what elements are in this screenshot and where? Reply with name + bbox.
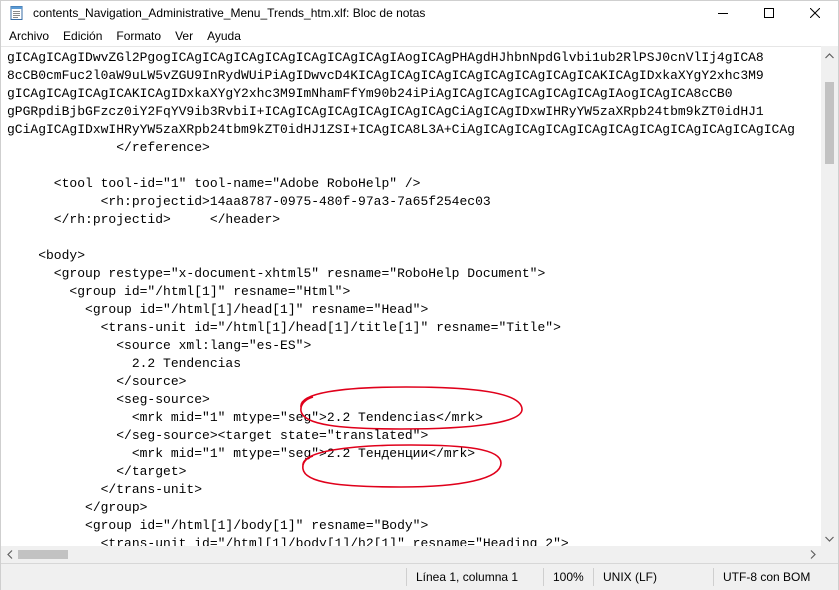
text-line: <group id="/html[1]/body[1]" resname="Bo… (7, 518, 429, 533)
status-bar: Línea 1, columna 1 100% UNIX (LF) UTF-8 … (1, 563, 838, 590)
menu-edicion[interactable]: Edición (56, 26, 109, 46)
horizontal-scrollbar[interactable] (1, 546, 821, 563)
vertical-scroll-thumb[interactable] (825, 82, 834, 164)
menu-formato[interactable]: Formato (109, 26, 168, 46)
text-line: <source xml:lang="es-ES"> (7, 338, 312, 353)
maximize-icon (764, 8, 774, 18)
menu-bar: Archivo Edición Formato Ver Ayuda (1, 26, 838, 46)
text-line: </group> (7, 500, 148, 515)
text-line: <mrk mid="1" mtype="seg">2.2 Tendencias<… (7, 410, 483, 425)
chevron-right-icon (810, 546, 816, 564)
close-icon (810, 8, 820, 18)
text-line: <group id="/html[1]/head[1]" resname="He… (7, 302, 429, 317)
zoom-level: 100% (553, 570, 584, 584)
line-ending: UNIX (LF) (603, 570, 657, 584)
chevron-down-icon (825, 529, 834, 547)
title-bar[interactable]: contents_Navigation_Administrative_Menu_… (1, 1, 838, 25)
window-title: contents_Navigation_Administrative_Menu_… (33, 6, 426, 20)
chevron-left-icon (6, 546, 13, 564)
minimize-button[interactable] (700, 1, 746, 25)
menu-ver[interactable]: Ver (168, 26, 200, 46)
scroll-down-button[interactable] (821, 529, 838, 546)
horizontal-scroll-thumb[interactable] (18, 550, 68, 559)
text-line: <rh:projectid>14aa8787-0975-480f-97a3-7a… (7, 194, 491, 209)
text-line: gPGRpdiBjbGFzcz0iY2FqYV9ib3RvbiI+ICAgICA… (7, 104, 764, 119)
text-line: <trans-unit id="/html[1]/head[1]/title[1… (7, 320, 561, 335)
text-line: <body> (7, 248, 86, 263)
minimize-icon (718, 8, 728, 18)
text-line: </reference> (7, 140, 210, 155)
cursor-position: Línea 1, columna 1 (416, 570, 519, 584)
maximize-button[interactable] (746, 1, 792, 25)
text-line: gICAgICAgICAgICAKICAgIDxkaXYgY2xhc3M9ImN… (7, 86, 733, 101)
scroll-right-button[interactable] (804, 546, 821, 563)
menu-ayuda[interactable]: Ayuda (200, 26, 248, 46)
text-line: </seg-source><target state="translated"> (7, 428, 429, 443)
text-line: gICAgICAgIDwvZGl2PgogICAgICAgICAgICAgICA… (7, 50, 764, 65)
text-encoding: UTF-8 con BOM (723, 570, 811, 584)
vertical-scrollbar[interactable] (821, 46, 838, 546)
chevron-up-icon (825, 46, 834, 64)
text-line: <mrk mid="1" mtype="seg">2.2 Тенденции</… (7, 446, 476, 461)
text-line: 8cCB0cmFuc2l0aW9uLW5vZGU9InRydWUiPiAgIDw… (7, 68, 764, 83)
scrollbar-corner (821, 546, 838, 563)
close-button[interactable] (792, 1, 838, 25)
menu-archivo[interactable]: Archivo (1, 26, 56, 46)
window-controls (700, 1, 838, 25)
text-line: <group restype="x-document-xhtml5" resna… (7, 266, 546, 281)
scroll-left-button[interactable] (1, 546, 18, 563)
text-line: 2.2 Tendencias (7, 356, 242, 371)
text-line: <group id="/html[1]" resname="Html"> (7, 284, 351, 299)
text-line: <tool tool-id="1" tool-name="Adobe RoboH… (7, 176, 421, 191)
scroll-up-button[interactable] (821, 46, 838, 63)
notepad-icon (9, 5, 25, 21)
text-editor[interactable]: gICAgICAgIDwvZGl2PgogICAgICAgICAgICAgICA… (1, 46, 821, 547)
notepad-window: contents_Navigation_Administrative_Menu_… (0, 0, 839, 590)
text-line: </target> (7, 464, 187, 479)
text-line: </trans-unit> (7, 482, 203, 497)
text-line: </source> (7, 374, 187, 389)
text-line: </rh:projectid> </header> (7, 212, 281, 227)
text-line: <seg-source> (7, 392, 210, 407)
text-line: gCiAgICAgIDxwIHRyYW5zaXRpb24tbm9kZT0idHJ… (7, 122, 795, 137)
